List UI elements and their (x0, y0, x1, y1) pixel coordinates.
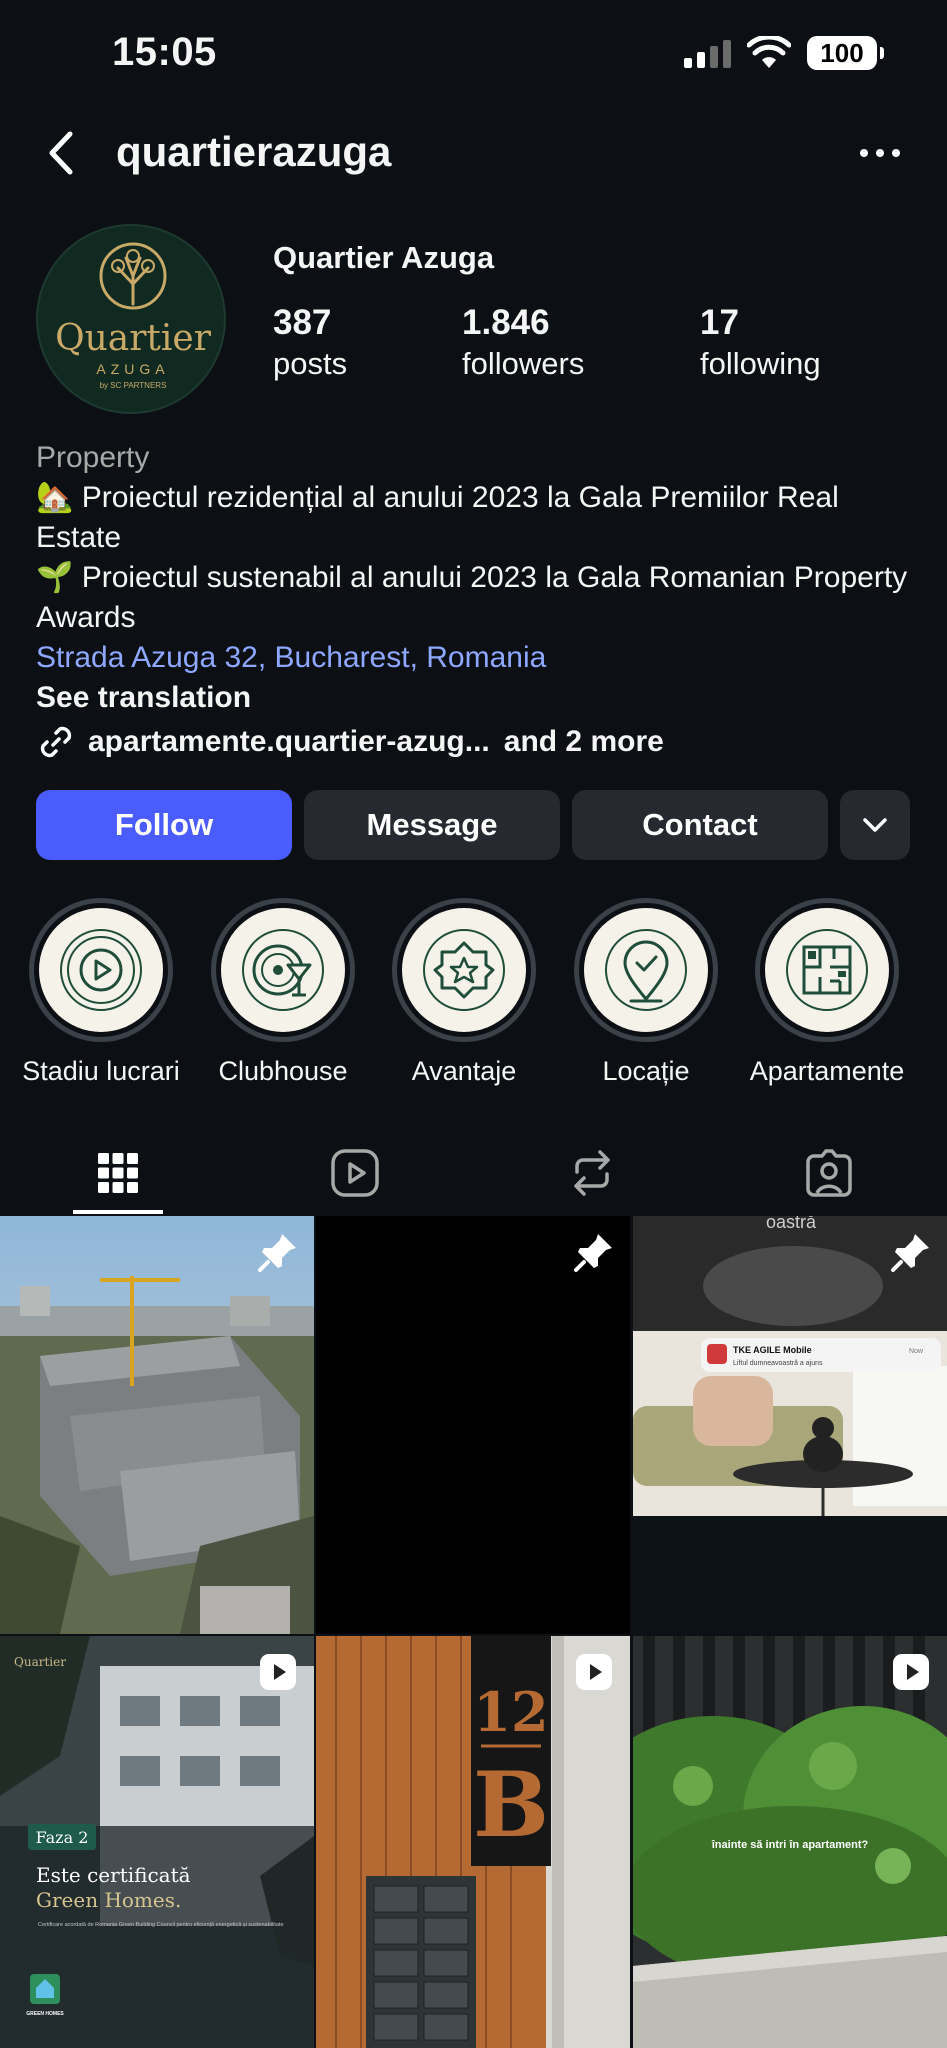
pin-icon (891, 1234, 929, 1272)
reels-icon (331, 1149, 379, 1197)
profile-header: quartierazuga (0, 118, 947, 188)
website-link[interactable]: apartamente.quartier-azug... (88, 722, 490, 762)
vinyl-cocktail-icon (242, 929, 324, 1011)
highlight-label: Stadiu lucrari (22, 1056, 180, 1086)
highlight-label: Locație (602, 1056, 690, 1086)
status-icons: 100 (684, 36, 884, 70)
category-label: Property (36, 441, 150, 474)
more-links[interactable]: and 2 more (504, 722, 664, 762)
svg-text:by SC PARTNERS: by SC PARTNERS (100, 381, 167, 390)
highlight-clubhouse[interactable]: Clubhouse (193, 898, 373, 1087)
wifi-icon (747, 36, 791, 68)
status-time: 15:05 (112, 30, 217, 74)
active-tab-indicator (73, 1210, 163, 1214)
followers-count-label: followers (462, 346, 585, 381)
suggested-accounts-button[interactable] (840, 790, 910, 860)
follow-button[interactable]: Follow (36, 790, 292, 860)
post-thumbnail[interactable]: înainte să intri în apartament? (633, 1636, 947, 2048)
interior-photo: oastră TKE AGILE Mobile Now Liftul dumne… (633, 1216, 947, 1634)
back-arrow-icon[interactable] (42, 128, 82, 178)
mailbox-sign-photo: 12 B (316, 1636, 630, 2048)
link-icon (40, 726, 72, 758)
reel-icon (260, 1654, 296, 1690)
profile-username: quartierazuga (116, 128, 392, 175)
svg-text:B: B (473, 1752, 549, 1858)
reel-icon (576, 1654, 612, 1690)
highlight-label: Clubhouse (218, 1056, 348, 1086)
floor-plan-icon (786, 929, 868, 1011)
reel-icon (893, 1654, 929, 1690)
profile-tabs (0, 1130, 947, 1216)
svg-text:Quartier: Quartier (14, 1655, 66, 1669)
svg-text:înainte să intri în apartament: înainte să intri în apartament? (711, 1839, 869, 1851)
bio-line: 🏡 Proiectul rezidențial al anului 2023 l… (36, 481, 839, 554)
profile-bio: Property 🏡 Proiectul rezidențial al anul… (36, 438, 916, 762)
location-pin-icon (605, 929, 687, 1011)
message-button[interactable]: Message (304, 790, 560, 860)
pin-icon (258, 1234, 296, 1272)
tab-tagged[interactable] (711, 1130, 947, 1216)
green-homes-photo: Quartier Faza 2 Este certificată Green H… (0, 1636, 314, 2048)
hedge-photo: înainte să intri în apartament? (633, 1636, 947, 2048)
see-translation-button[interactable]: See translation (36, 678, 916, 718)
quartier-logo-icon: Quartier AZUGA by SC PARTNERS (55, 242, 212, 390)
external-links[interactable]: apartamente.quartier-azug... and 2 more (36, 722, 916, 762)
post-thumbnail[interactable]: oastră TKE AGILE Mobile Now Liftul dumne… (633, 1216, 947, 1634)
svg-text:Faza 2: Faza 2 (36, 1828, 89, 1847)
reposts-icon (574, 1150, 610, 1196)
location-link[interactable]: Strada Azuga 32, Bucharest, Romania (36, 638, 916, 678)
followers-count[interactable]: 1.846 followers (462, 303, 584, 385)
svg-text:Este certificată: Este certificată (36, 1863, 191, 1887)
chevron-down-icon (863, 818, 887, 832)
play-circle-icon (60, 929, 142, 1011)
svg-text:12: 12 (473, 1680, 548, 1744)
following-count-value: 17 (700, 303, 739, 342)
tab-reposts[interactable] (474, 1130, 710, 1216)
pin-icon (574, 1234, 612, 1272)
star-badge-icon (423, 929, 505, 1011)
svg-text:AZUGA: AZUGA (96, 361, 169, 377)
display-name: Quartier Azuga (273, 240, 495, 275)
status-bar: 15:05 100 (0, 0, 947, 110)
svg-text:TKE AGILE Mobile: TKE AGILE Mobile (733, 1345, 812, 1355)
followers-count-value: 1.846 (462, 303, 550, 342)
svg-text:GREEN HOMES: GREEN HOMES (26, 2011, 64, 2017)
posts-count[interactable]: 387 posts (273, 303, 347, 385)
svg-text:Now: Now (909, 1348, 924, 1355)
construction-photo (0, 1216, 314, 1634)
highlight-stadiu-lucrari[interactable]: Stadiu lucrari (11, 898, 191, 1087)
more-options-icon[interactable] (857, 138, 903, 168)
tab-posts[interactable] (0, 1130, 236, 1216)
profile-actions: Follow Message Contact (36, 790, 910, 860)
svg-text:Green Homes.: Green Homes. (36, 1888, 181, 1912)
bio-line: 🌱 Proiectul sustenabil al anului 2023 la… (36, 561, 908, 634)
post-thumbnail[interactable] (316, 1216, 630, 1634)
svg-text:Quartier: Quartier (55, 318, 212, 359)
posts-count-label: posts (273, 346, 348, 381)
contact-button[interactable]: Contact (572, 790, 828, 860)
highlight-locatie[interactable]: Locație (556, 898, 736, 1087)
highlight-avantaje[interactable]: Avantaje (374, 898, 554, 1087)
posts-grid: oastră TKE AGILE Mobile Now Liftul dumne… (0, 1216, 947, 2048)
svg-text:Liftul dumneavoastră a ajuns: Liftul dumneavoastră a ajuns (733, 1360, 823, 1367)
post-thumbnail[interactable]: 12 B (316, 1636, 630, 2048)
highlight-label: Avantaje (411, 1056, 517, 1086)
post-thumbnail[interactable] (0, 1216, 314, 1634)
battery-icon: 100 (807, 36, 884, 70)
story-highlights: Stadiu lucrari Clubhouse Avantaje Locați… (0, 898, 947, 1088)
following-count-label: following (700, 346, 821, 381)
highlight-label: Apartamente (749, 1056, 905, 1086)
post-thumbnail[interactable]: Quartier Faza 2 Este certificată Green H… (0, 1636, 314, 2048)
tab-reels[interactable] (237, 1130, 473, 1216)
following-count[interactable]: 17 following (700, 303, 821, 385)
avatar[interactable]: Quartier AZUGA by SC PARTNERS (36, 224, 226, 414)
cellular-signal-icon (684, 38, 731, 68)
svg-text:oastră: oastră (766, 1216, 817, 1232)
highlight-apartamente[interactable]: Apartamente (737, 898, 917, 1087)
svg-text:Certificare acordată de Romani: Certificare acordată de Romania Green Bu… (38, 1922, 284, 1928)
grid-icon (98, 1153, 138, 1193)
posts-count-value: 387 (273, 303, 332, 342)
tagged-icon (806, 1149, 852, 1197)
